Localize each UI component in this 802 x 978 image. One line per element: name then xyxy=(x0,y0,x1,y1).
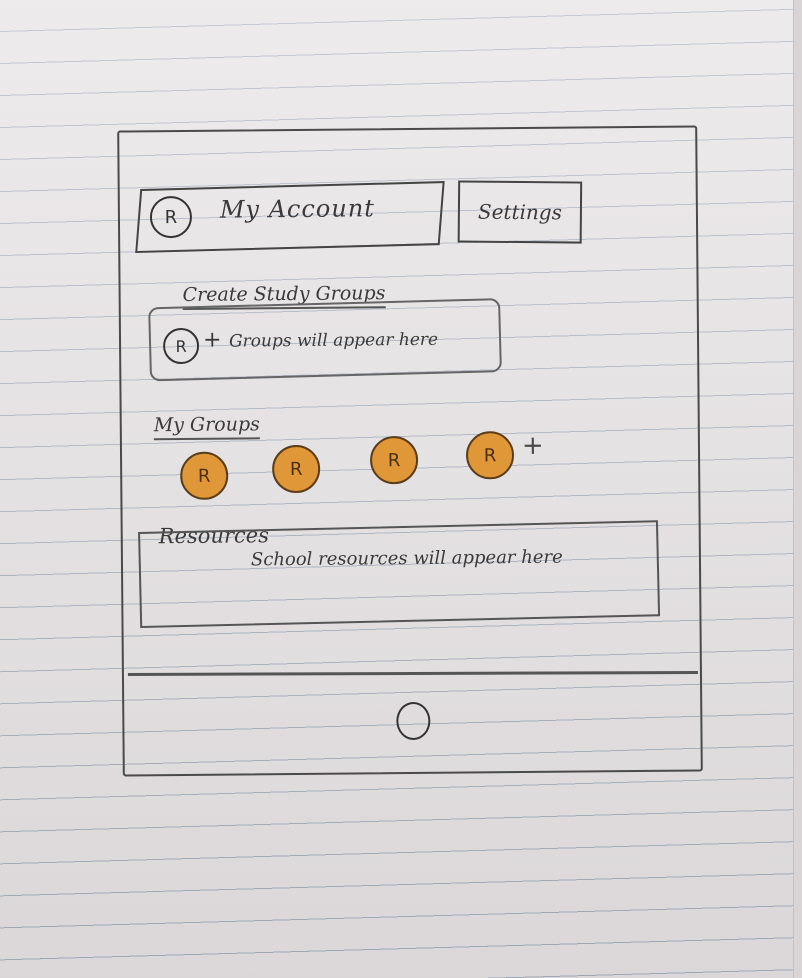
settings-button[interactable]: Settings xyxy=(457,180,583,244)
resources-placeholder-text: School resources will appear here xyxy=(250,546,563,571)
paper-edge xyxy=(793,0,802,978)
group-avatar-icon[interactable]: R xyxy=(465,431,515,480)
groups-placeholder-text: Groups will appear here xyxy=(228,329,439,352)
group-avatar-icon[interactable]: R xyxy=(271,444,321,494)
my-groups-title: My Groups xyxy=(153,413,260,441)
phone-frame: R My Account Settings Create Study Group… xyxy=(117,125,703,777)
create-group-avatar-icon[interactable]: R xyxy=(162,327,200,365)
home-button-icon[interactable] xyxy=(396,701,431,741)
add-group-plus-icon[interactable]: + xyxy=(522,431,544,461)
group-avatar-icon[interactable]: R xyxy=(369,435,419,485)
create-group-plus-icon[interactable]: + xyxy=(203,328,222,353)
bottom-divider xyxy=(127,670,698,676)
user-avatar-icon[interactable]: R xyxy=(149,195,193,239)
resources-box[interactable] xyxy=(138,520,661,628)
my-account-label[interactable]: My Account xyxy=(220,194,375,223)
group-avatar-icon[interactable]: R xyxy=(180,451,229,501)
